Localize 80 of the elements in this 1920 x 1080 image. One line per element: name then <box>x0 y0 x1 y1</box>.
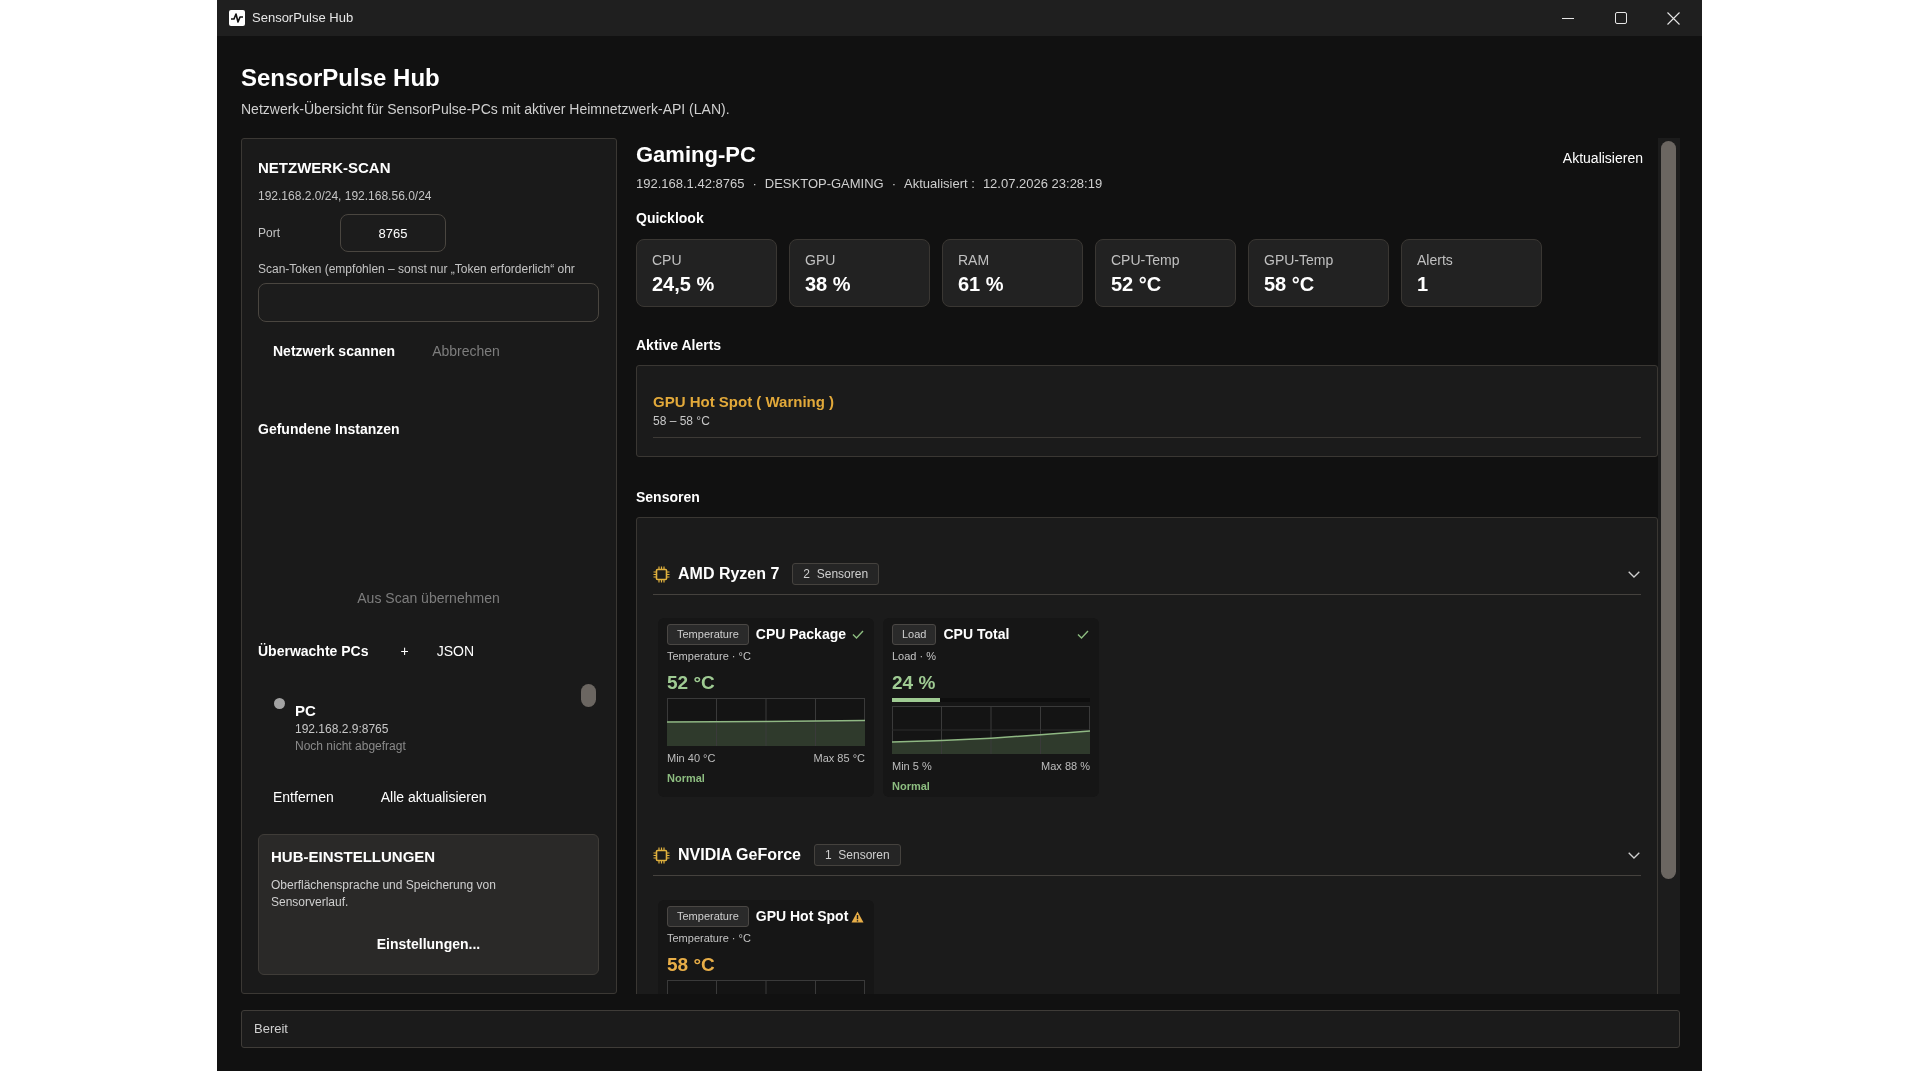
window-title: SensorPulse Hub <box>252 9 354 28</box>
quicklook-value: 38 % <box>805 272 852 296</box>
section-title: Sensoren <box>636 488 701 507</box>
quicklook-value: 1 <box>1417 272 1430 296</box>
quicklook-label: GPU-Temp <box>1264 251 1335 269</box>
sensor-value: 58 °C <box>667 953 716 977</box>
sensor-type-tag: Temperature <box>667 906 749 927</box>
add-button[interactable]: + <box>388 635 421 667</box>
quicklook-value: 52 °C <box>1111 272 1163 296</box>
pc-address: 192.168.2.9:8765 <box>295 721 390 737</box>
quicklook-value: 61 % <box>958 272 1005 296</box>
remove-button[interactable]: Entfernen <box>258 779 349 815</box>
quicklook-label: CPU <box>652 251 683 269</box>
separator-dot: · <box>891 175 897 193</box>
quicklook-value: 58 °C <box>1264 272 1316 296</box>
app-logo-icon <box>229 10 245 26</box>
section-title: Gefundene Instanzen <box>258 420 401 439</box>
token-label: Scan-Token (empfohlen – sonst nur „Token erforderlich“ ohr <box>258 261 576 277</box>
scrollbar-thumb[interactable] <box>581 684 596 707</box>
refresh-button[interactable]: Aktualisieren <box>1550 142 1655 174</box>
chip-icon <box>653 565 670 583</box>
section-title: NETZWERK-SCAN <box>258 158 392 178</box>
sensor-name: GPU Hot Spot <box>755 907 849 926</box>
sensor-status: Normal <box>892 779 931 793</box>
sensor-status: Normal <box>667 771 706 785</box>
sensor-type-tag: Load <box>892 624 937 645</box>
max-value: Max 88 % <box>1041 759 1090 773</box>
card-title: HUB-EINSTELLUNGEN <box>271 847 437 867</box>
section-title: Überwachte PCs <box>258 642 369 661</box>
app-heading: SensorPulse Hub <box>241 63 441 93</box>
minimize-icon <box>1561 17 1574 19</box>
token-field[interactable] <box>258 283 599 322</box>
status-text: Bereit <box>254 1020 288 1039</box>
close-icon <box>1667 11 1680 25</box>
sensor-unit: Temperature · °C <box>667 649 752 663</box>
quicklook-label: Alerts <box>1417 251 1454 269</box>
sensor-value: 24 % <box>892 671 937 695</box>
min-value: Min 40 °C <box>667 751 716 765</box>
scan-button[interactable]: Netzwerk scannen <box>258 333 411 369</box>
min-value: Min 5 % <box>892 759 932 773</box>
sensor-unit: Temperature · °C <box>667 931 752 945</box>
pc-name: PC <box>295 701 317 721</box>
subnet-list: 192.168.2.0/24, 192.168.56.0/24 <box>258 188 599 204</box>
quicklook-value: 24,5 % <box>652 272 716 296</box>
chevron-down-icon[interactable] <box>1628 570 1640 578</box>
quicklook-label: GPU <box>805 251 837 269</box>
port-field[interactable]: 8765 <box>340 214 446 252</box>
sensor-type-tag: Temperature <box>667 624 749 645</box>
separator-dot: · <box>752 175 757 193</box>
pc-address: 192.168.1.42:8765 <box>636 175 745 193</box>
sensor-name: CPU Total <box>943 625 1010 644</box>
alert-title: GPU Hot Spot ( Warning ) <box>653 392 836 412</box>
alert-range: 58 – 58 °C <box>653 413 711 429</box>
updated-label: Aktualisiert : <box>904 175 975 193</box>
section-title: Quicklook <box>636 209 705 228</box>
app-subtitle: Netzwerk-Übersicht für SensorPulse-PCs mit aktiver Heimnetzwerk-API (LAN). <box>241 100 731 118</box>
section-title: Aktive Alerts <box>636 336 723 355</box>
pc-title: Gaming-PC <box>636 141 756 169</box>
quicklook-label: RAM <box>958 251 991 269</box>
maximize-icon <box>1614 12 1627 24</box>
group-name: NVIDIA GeForce <box>678 845 801 865</box>
pc-hostname: DESKTOP-GAMING <box>764 175 884 193</box>
port-label: Port <box>258 225 281 242</box>
scrollbar-thumb[interactable] <box>1661 141 1676 879</box>
sensor-count-badge: 1 Sensoren <box>814 844 901 866</box>
sensor-value: 52 °C <box>667 671 716 695</box>
max-value: Max 85 °C <box>813 751 865 765</box>
sensor-unit: Load · % <box>892 649 938 663</box>
json-button[interactable]: JSON <box>424 635 486 667</box>
updated-timestamp: 12.07.2026 23:28:19 <box>982 175 1103 193</box>
chevron-down-icon[interactable] <box>1628 851 1640 859</box>
card-description: Oberflächensprache und Speicherung von Sensorverlauf. <box>271 877 497 911</box>
sensor-name: CPU Package <box>755 625 847 644</box>
refresh-all-button[interactable]: Alle aktualisieren <box>365 779 502 815</box>
chip-icon <box>653 846 670 864</box>
settings-button[interactable]: Einstellungen... <box>361 926 496 962</box>
group-name: AMD Ryzen 7 <box>678 564 780 584</box>
pc-status: Noch nicht abgefragt <box>295 738 406 754</box>
sensor-count-badge: 2 Sensoren <box>792 563 880 585</box>
quicklook-label: CPU-Temp <box>1111 251 1181 269</box>
